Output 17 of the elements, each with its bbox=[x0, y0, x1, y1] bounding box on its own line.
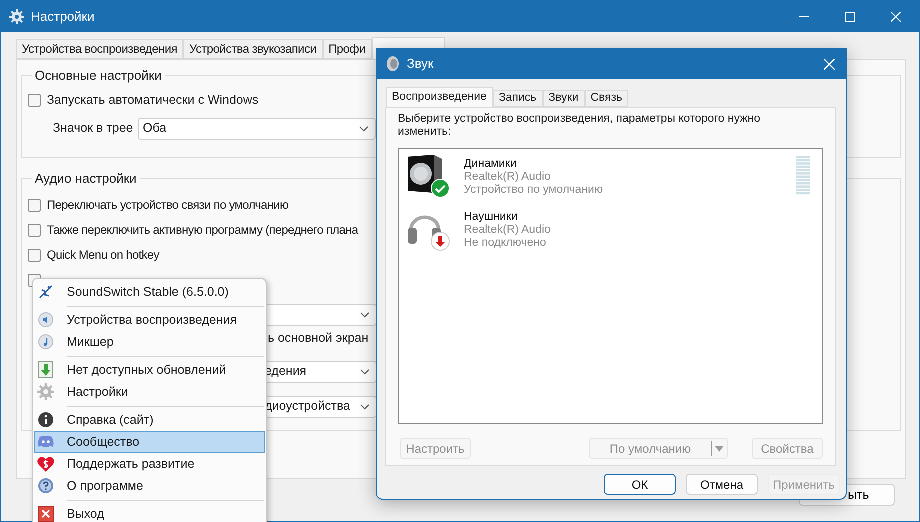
checkbox-label: Запускать автоматически с Windows bbox=[47, 92, 259, 110]
group-title: Аудио настройки bbox=[34, 170, 138, 188]
instruction-text: Выберите устройство воспроизведения, параметры которого нужно изменить: bbox=[398, 113, 762, 139]
checkbox-label: ь основной экран bbox=[268, 330, 369, 348]
checkbox-label: Также переключить активную программу (переднего плана bbox=[47, 222, 358, 239]
group-title: Основные настройки bbox=[34, 67, 163, 85]
window-title: Настройки bbox=[31, 8, 95, 26]
device-driver: Realtek(R) Audio bbox=[464, 171, 552, 184]
checkbox-label: Quick Menu on hotkey bbox=[47, 247, 160, 264]
device-name: Динамики bbox=[464, 158, 518, 171]
window-title: Звук bbox=[407, 55, 434, 74]
device-status: Не подключено bbox=[464, 237, 548, 250]
device-driver: Realtek(R) Audio bbox=[464, 224, 551, 237]
device-name: Наушники bbox=[464, 211, 519, 224]
device-status: Устройство по умолчанию bbox=[464, 184, 604, 197]
checkbox-label: Переключать устройство связи по умолчанию bbox=[47, 197, 289, 214]
field-label: Значок в трее bbox=[53, 120, 134, 138]
